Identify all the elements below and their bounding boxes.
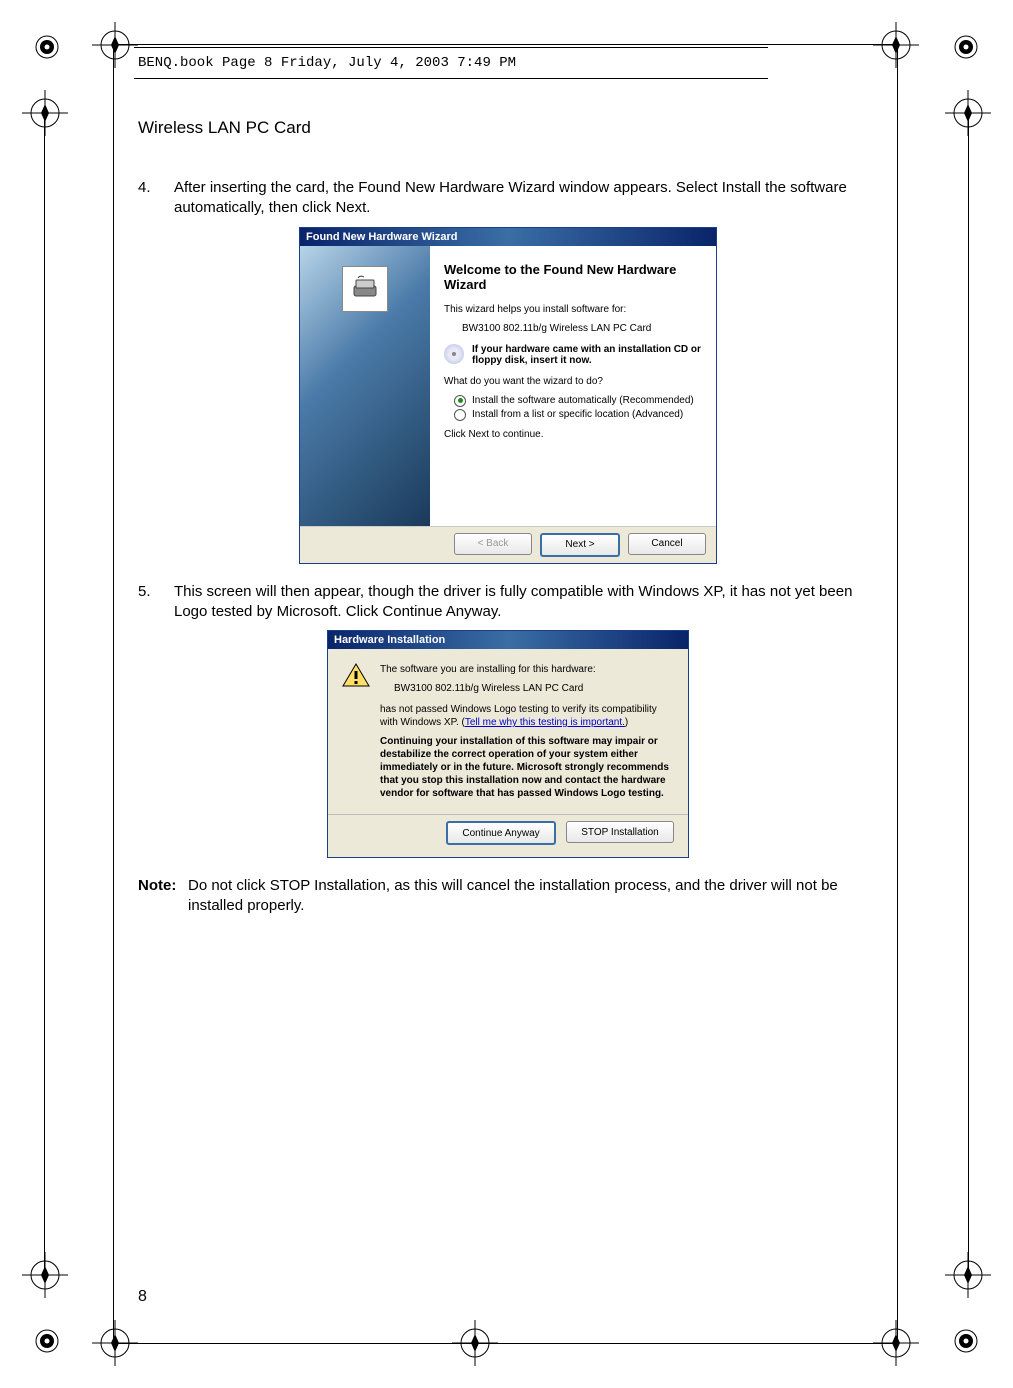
section-title: Wireless LAN PC Card <box>138 118 878 138</box>
warn-line2b: ) <box>625 717 628 728</box>
radio-icon-unchecked <box>454 409 466 421</box>
wizard-continue: Click Next to continue. <box>444 429 702 440</box>
page-content: Wireless LAN PC Card 4. After inserting … <box>138 118 878 917</box>
step-4: 4. After inserting the card, the Found N… <box>138 178 878 219</box>
stop-installation-button[interactable]: STOP Installation <box>566 821 674 843</box>
regmark-left-top <box>22 90 68 136</box>
crop-line-top <box>114 44 897 45</box>
regmark-top <box>92 22 138 68</box>
wizard-sidebar-image <box>300 246 430 526</box>
step-5: 5. This screen will then appear, though … <box>138 582 878 623</box>
warn-bold: Continuing your installation of this sof… <box>380 735 674 800</box>
found-new-hardware-wizard: Found New Hardware Wizard Welcome to the… <box>299 227 717 564</box>
hardware-installation-dialog: Hardware Installation The software you a… <box>327 630 689 858</box>
wizard-intro: This wizard helps you install software f… <box>444 304 702 315</box>
warn-line1: The software you are installing for this… <box>380 663 674 676</box>
warn-line2: has not passed Windows Logo testing to v… <box>380 703 674 729</box>
note-text: Do not click STOP Installation, as this … <box>188 876 878 917</box>
crop-line-left-inner <box>113 44 114 1344</box>
wizard-question: What do you want the wizard to do? <box>444 376 702 387</box>
corner-dot-tl <box>34 34 60 60</box>
cd-icon <box>444 344 464 364</box>
pdf-header-text: BENQ.book Page 8 Friday, July 4, 2003 7:… <box>138 55 516 71</box>
corner-dot-bl <box>34 1328 60 1354</box>
step-4-text: After inserting the card, the Found New … <box>174 178 878 219</box>
wizard-titlebar: Found New Hardware Wizard <box>300 228 716 246</box>
corner-dot-br <box>953 1328 979 1354</box>
device-icon <box>342 266 388 312</box>
wizard-heading: Welcome to the Found New Hardware Wizard <box>444 262 702 292</box>
cancel-button[interactable]: Cancel <box>628 533 706 555</box>
back-button: < Back <box>454 533 532 555</box>
next-button[interactable]: Next > <box>540 533 620 557</box>
step-4-number: 4. <box>138 178 174 219</box>
step-5-number: 5. <box>138 582 174 623</box>
page-number: 8 <box>138 1288 147 1306</box>
figure-wizard: Found New Hardware Wizard Welcome to the… <box>138 227 878 564</box>
crop-line-right-inner <box>897 44 898 1344</box>
continue-anyway-button[interactable]: Continue Anyway <box>446 821 556 845</box>
warn-link[interactable]: Tell me why this testing is important. <box>465 717 625 728</box>
radio-install-list[interactable]: Install from a list or specific location… <box>454 409 702 421</box>
warn-titlebar: Hardware Installation <box>328 631 688 649</box>
note-label: Note: <box>138 876 188 917</box>
crop-line-left <box>44 112 45 1276</box>
radio-install-auto[interactable]: Install the software automatically (Reco… <box>454 395 702 407</box>
radio-label-list: Install from a list or specific location… <box>472 409 683 420</box>
warn-device: BW3100 802.11b/g Wireless LAN PC Card <box>394 682 674 695</box>
regmark-left-bottom <box>22 1252 68 1298</box>
corner-dot-tr <box>953 34 979 60</box>
regmark-right-top <box>873 22 919 68</box>
radio-icon-checked <box>454 395 466 407</box>
step-5-text: This screen will then appear, though the… <box>174 582 878 623</box>
note: Note: Do not click STOP Installation, as… <box>138 876 878 917</box>
wizard-cd-note: If your hardware came with an installati… <box>472 344 702 366</box>
pdf-header-bar: BENQ.book Page 8 Friday, July 4, 2003 7:… <box>134 47 768 79</box>
wizard-device-name: BW3100 802.11b/g Wireless LAN PC Card <box>462 323 702 334</box>
radio-label-auto: Install the software automatically (Reco… <box>472 395 694 406</box>
warning-icon <box>342 663 370 687</box>
figure-warning: Hardware Installation The software you a… <box>138 630 878 858</box>
crop-line-bottom <box>114 1343 897 1344</box>
crop-line-right <box>968 112 969 1276</box>
